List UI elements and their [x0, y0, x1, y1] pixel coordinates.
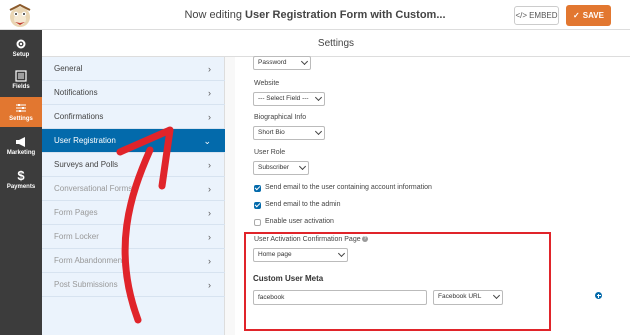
- menu-item-form-abandonment[interactable]: Form Abandonment ›: [42, 249, 225, 273]
- select-value: Facebook URL: [438, 293, 482, 300]
- activation-page-label: User Activation Confirmation Page: [254, 236, 361, 243]
- meta-key-input[interactable]: facebook: [253, 290, 427, 305]
- custom-user-meta-title: Custom User Meta: [253, 274, 324, 283]
- sidebar-label: Payments: [6, 184, 36, 190]
- send-user-email-label: Send email to the user containing accoun…: [265, 184, 432, 191]
- menu-item-label: Post Submissions: [54, 280, 118, 289]
- menu-item-form-locker[interactable]: Form Locker ›: [42, 225, 225, 249]
- form-name: User Registration Form with Custom...: [245, 9, 446, 21]
- menu-item-surveys-polls[interactable]: Surveys and Polls ›: [42, 153, 225, 177]
- bio-label: Biographical Info: [254, 114, 307, 121]
- chevron-down-icon: [314, 93, 323, 102]
- sidebar-item-settings[interactable]: Settings: [0, 97, 42, 127]
- chevron-right-icon: ›: [208, 280, 211, 290]
- menu-item-user-registration[interactable]: User Registration ⌄: [42, 129, 225, 153]
- chevron-right-icon: ›: [208, 64, 211, 74]
- wpforms-logo: [9, 3, 31, 27]
- chevron-down-icon: [337, 249, 346, 258]
- sidebar-label: Marketing: [6, 150, 36, 156]
- bio-field-select[interactable]: Short Bio: [253, 126, 325, 140]
- select-value: Password: [258, 59, 287, 66]
- sidebar-label: Fields: [12, 84, 30, 90]
- panel-title: Settings: [42, 30, 630, 57]
- menu-item-label: Form Pages: [54, 208, 98, 217]
- website-field-select[interactable]: --- Select Field ---: [253, 92, 325, 106]
- embed-button[interactable]: </> EMBED: [514, 6, 559, 25]
- panel-divider: [225, 57, 235, 335]
- menu-item-label: Notifications: [54, 88, 98, 97]
- dollar-icon: $: [17, 168, 25, 183]
- sidebar-item-fields[interactable]: Fields: [0, 65, 42, 95]
- select-value: Subscriber: [258, 164, 290, 171]
- sliders-icon: [16, 104, 26, 112]
- menu-item-notifications[interactable]: Notifications ›: [42, 81, 225, 105]
- chevron-right-icon: ›: [208, 160, 211, 170]
- user-role-label: User Role: [254, 149, 286, 156]
- code-icon: </>: [515, 11, 528, 20]
- sidebar-label: Setup: [12, 52, 30, 58]
- menu-item-label: Form Locker: [54, 232, 99, 241]
- send-admin-email-label: Send email to the admin: [265, 201, 341, 208]
- settings-menu: General › Notifications › Confirmations › U…: [42, 57, 225, 335]
- chevron-down-icon: [300, 57, 309, 66]
- enable-activation-checkbox[interactable]: [254, 219, 261, 226]
- title-prefix: Now editing: [184, 9, 246, 21]
- user-role-select[interactable]: Subscriber: [253, 161, 309, 175]
- meta-field-select[interactable]: Facebook URL: [433, 290, 503, 305]
- sidebar-item-payments[interactable]: $ Payments: [0, 165, 42, 195]
- list-icon: [15, 70, 27, 82]
- menu-item-label: Surveys and Polls: [54, 160, 119, 169]
- enable-activation-label: Enable user activation: [265, 218, 334, 225]
- menu-item-label: Conversational Forms: [54, 184, 133, 193]
- send-admin-email-checkbox[interactable]: [254, 202, 261, 209]
- sidebar-label: Settings: [9, 116, 33, 122]
- top-bar: Now editing User Registration Form with …: [0, 0, 630, 30]
- chevron-right-icon: ›: [208, 88, 211, 98]
- chevron-down-icon: ⌄: [203, 136, 211, 146]
- menu-item-confirmations[interactable]: Confirmations ›: [42, 105, 225, 129]
- select-value: Short Bio: [258, 129, 285, 136]
- chevron-down-icon: [298, 162, 307, 171]
- check-icon: ✓: [573, 11, 580, 20]
- chevron-down-icon: [314, 127, 323, 136]
- activation-page-select[interactable]: Home page: [253, 248, 348, 262]
- select-value: Home page: [258, 251, 292, 258]
- save-label: SAVE: [582, 11, 604, 20]
- chevron-right-icon: ›: [208, 184, 211, 194]
- sidebar-item-setup[interactable]: Setup: [0, 33, 42, 63]
- builder-sidebar: Setup Fields Settings Marketing $ Paymen…: [0, 30, 42, 335]
- page-title: Now editing User Registration Form with …: [150, 9, 480, 21]
- password-field-select[interactable]: Password: [253, 56, 311, 70]
- chevron-right-icon: ›: [208, 232, 211, 242]
- add-meta-row-icon[interactable]: [595, 292, 602, 299]
- menu-item-label: General: [54, 64, 83, 73]
- sidebar-item-marketing[interactable]: Marketing: [0, 131, 42, 161]
- gear-icon: [16, 39, 26, 49]
- chevron-right-icon: ›: [208, 208, 211, 218]
- save-button[interactable]: ✓ SAVE: [566, 5, 611, 26]
- menu-item-label: Confirmations: [54, 112, 104, 121]
- select-value: --- Select Field ---: [258, 95, 309, 102]
- menu-item-label: User Registration: [54, 136, 116, 145]
- embed-label: EMBED: [529, 11, 558, 20]
- chevron-right-icon: ›: [208, 112, 211, 122]
- chevron-right-icon: ›: [208, 256, 211, 266]
- menu-item-conversational-forms[interactable]: Conversational Forms ›: [42, 177, 225, 201]
- megaphone-icon: [16, 137, 25, 147]
- website-label: Website: [254, 80, 280, 87]
- send-user-email-checkbox[interactable]: [254, 185, 261, 192]
- menu-item-general[interactable]: General ›: [42, 57, 225, 81]
- chevron-down-icon: [492, 291, 501, 300]
- menu-item-form-pages[interactable]: Form Pages ›: [42, 201, 225, 225]
- help-icon[interactable]: ?: [362, 236, 368, 242]
- menu-item-label: Form Abandonment: [54, 256, 125, 265]
- menu-item-post-submissions[interactable]: Post Submissions ›: [42, 273, 225, 297]
